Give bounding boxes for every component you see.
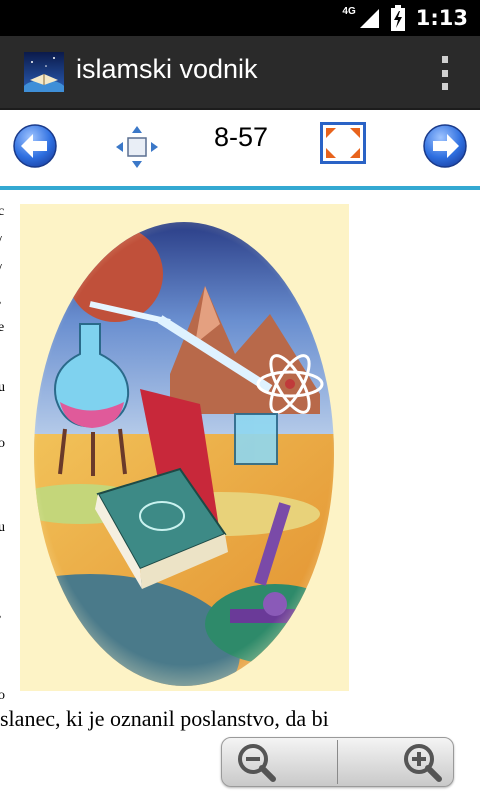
battery-charging-icon — [390, 5, 405, 31]
status-clock: 1:13 — [415, 6, 468, 30]
action-bar: islamski vodnik — [0, 36, 480, 110]
zoom-out-icon[interactable] — [236, 742, 276, 782]
book-page[interactable]: c / / , e u o u , o — [0, 192, 480, 800]
forward-arrow-icon[interactable] — [422, 123, 468, 169]
zoom-in-icon[interactable] — [402, 742, 442, 782]
app-logo-icon[interactable] — [24, 52, 64, 92]
page-text-line: slanec, ki je oznanil poslanstvo, da bi — [0, 706, 329, 731]
page-indicator: 8-57 — [213, 122, 269, 152]
overflow-menu-icon[interactable] — [440, 56, 450, 90]
network-type-label: 4G — [342, 5, 356, 17]
signal-icon — [359, 9, 379, 28]
book-and-laboratory-illustration — [20, 204, 349, 691]
status-bar: 4G 1:13 — [0, 0, 480, 36]
status-icons: 4G 1:13 — [342, 0, 468, 36]
back-arrow-icon[interactable] — [12, 123, 58, 169]
zoom-controls — [221, 737, 454, 787]
zoom-divider — [337, 740, 338, 784]
move-icon[interactable] — [114, 124, 160, 170]
navigation-toolbar: 8-57 — [0, 110, 480, 186]
app-title: islamski vodnik — [76, 54, 258, 84]
fullscreen-icon[interactable] — [320, 122, 366, 164]
toolbar-divider — [0, 186, 480, 190]
